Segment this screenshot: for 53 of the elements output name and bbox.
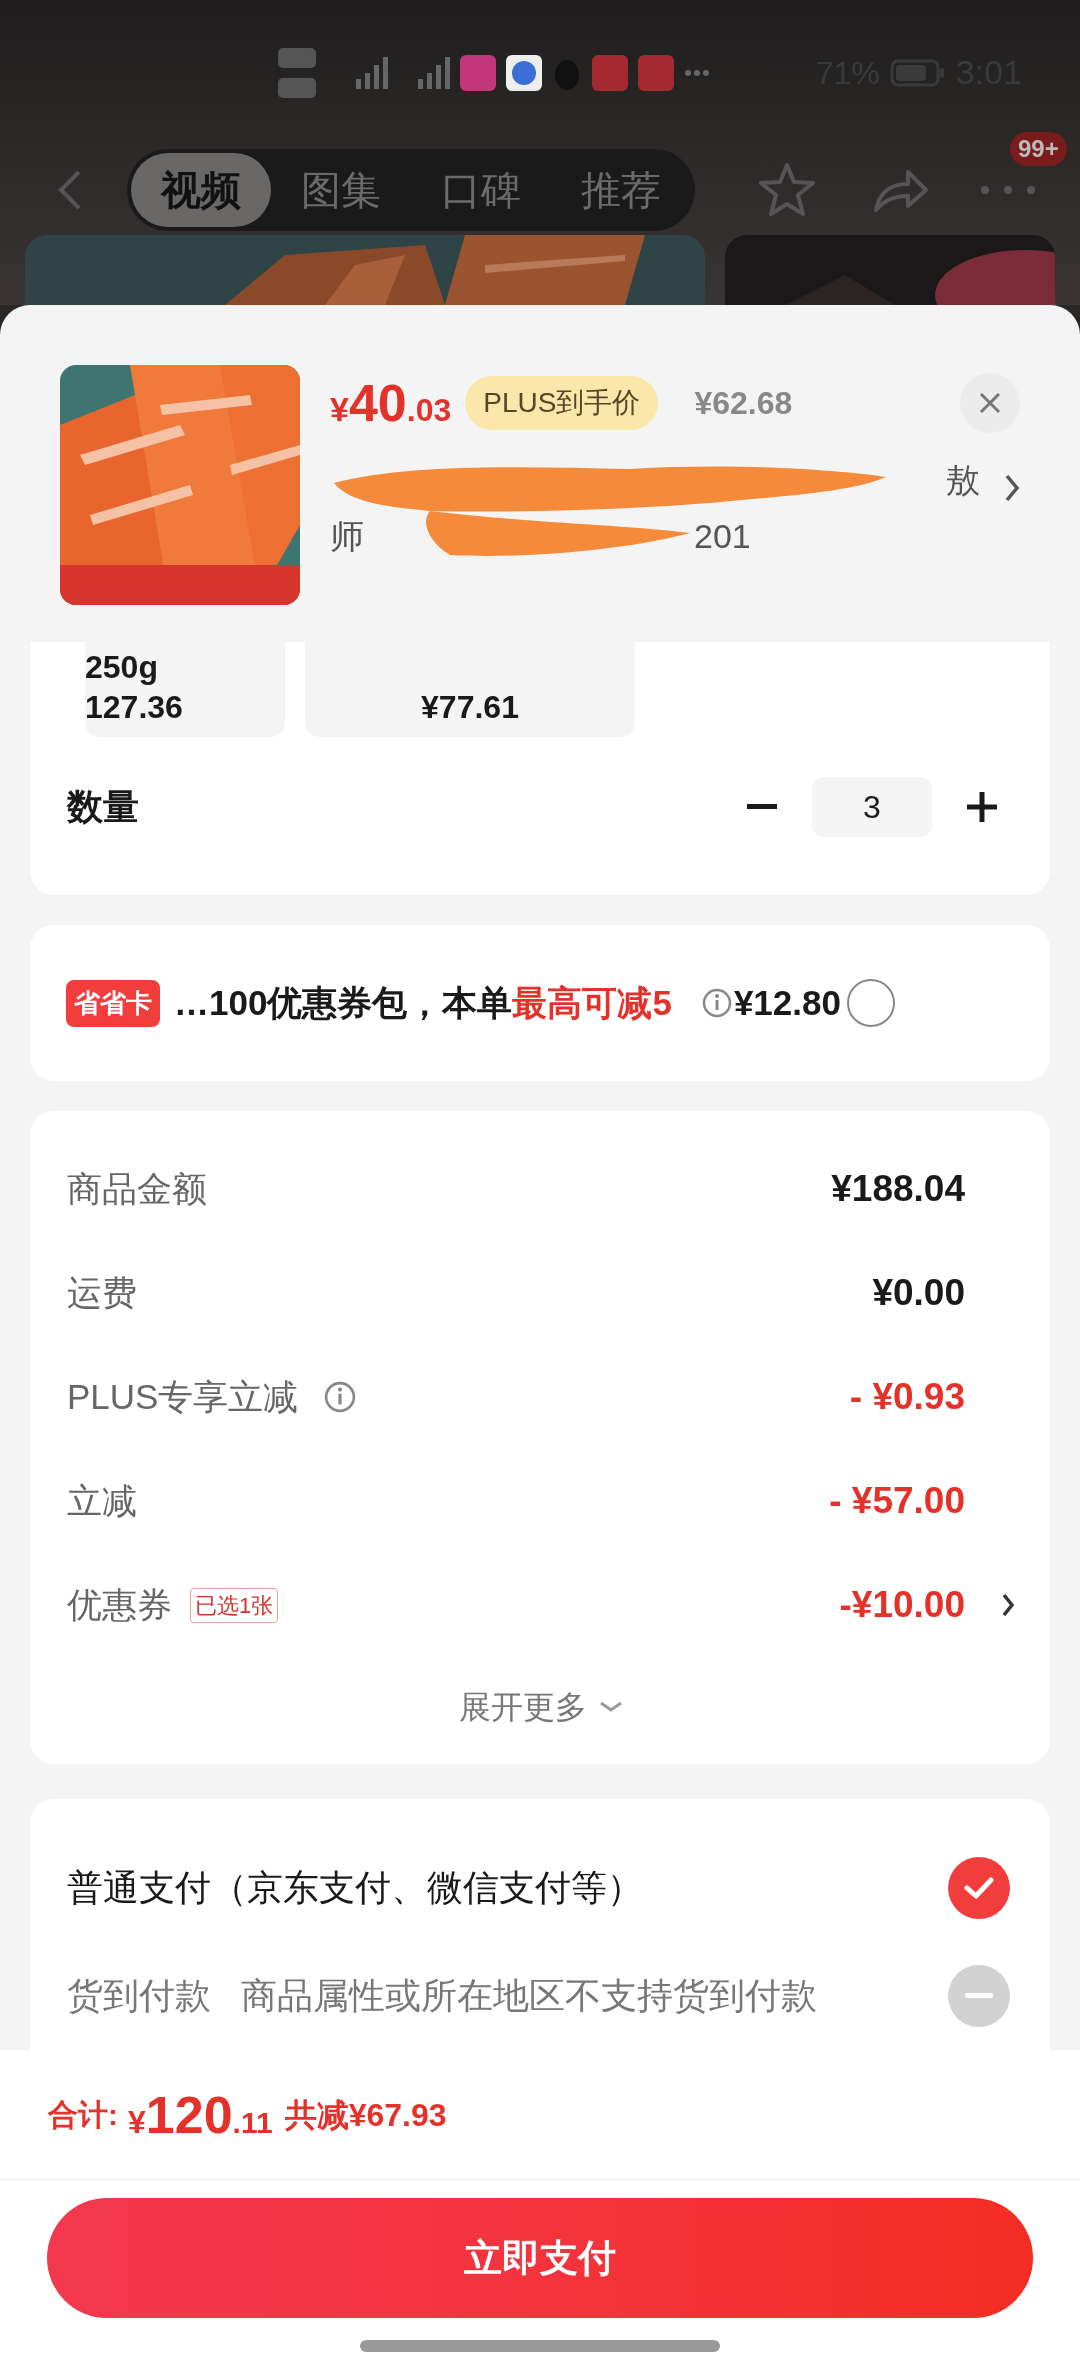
app-icon xyxy=(506,54,542,91)
coupon-tag: 已选1张 xyxy=(190,1587,279,1623)
summary-value: ¥188.04 xyxy=(831,1167,965,1212)
total-price: ¥120.11 xyxy=(128,2084,273,2146)
total-label: 合计: xyxy=(48,2097,118,2133)
spec-option[interactable]: 250g 127.36 xyxy=(85,642,285,738)
summary-value: - ¥0.93 xyxy=(849,1375,965,1420)
info-icon[interactable] xyxy=(701,988,732,1019)
app-icon xyxy=(460,54,496,91)
quantity-label: 数量 xyxy=(67,785,139,830)
quantity-field[interactable]: 3 xyxy=(812,777,932,838)
original-price: ¥62.68 xyxy=(694,384,793,423)
tab[interactable]: 推荐 xyxy=(551,153,691,227)
info-icon[interactable] xyxy=(324,1381,357,1414)
signal-icon xyxy=(356,56,388,89)
product-title-text: 师 xyxy=(330,515,364,557)
card-badge: 省省卡 xyxy=(66,979,160,1027)
expand-more-button[interactable]: 展开更多 xyxy=(459,1683,623,1732)
offer-text: …100优惠券包，本单最高可减5 xyxy=(174,982,672,1025)
battery-icon xyxy=(889,58,946,87)
app-icon xyxy=(638,54,674,91)
offer-price: ¥12.80 xyxy=(733,982,841,1025)
plus-icon xyxy=(967,792,997,823)
notification-badge: 99+ xyxy=(1010,132,1067,166)
chevron-right-icon[interactable] xyxy=(1004,473,1020,503)
payment-note: 商品属性或所在地区不支持货到付款 xyxy=(241,1974,817,2018)
close-icon xyxy=(979,392,1001,414)
summary-value: ¥0.00 xyxy=(872,1271,965,1316)
tab[interactable]: 口碑 xyxy=(411,153,551,227)
payment-option-label[interactable]: 普通支付（京东支付、微信支付等） xyxy=(67,1861,643,1915)
signal-icon xyxy=(418,56,450,89)
product-title-text: 201 xyxy=(694,515,751,557)
spec-option[interactable]: ¥77.61 xyxy=(305,642,635,738)
minus-icon xyxy=(747,804,777,811)
price-tag: PLUS到手价 xyxy=(465,376,659,430)
more-icon xyxy=(684,68,710,77)
pay-button[interactable]: 立即支付 xyxy=(47,2198,1033,2318)
summary-value: -¥10.00 xyxy=(839,1583,965,1628)
star-icon[interactable] xyxy=(757,161,817,219)
app-icon xyxy=(592,54,628,91)
plus-price: ¥40.03 xyxy=(330,373,452,434)
summary-label: PLUS专享立减 xyxy=(67,1375,299,1418)
tab[interactable]: 视频 xyxy=(131,153,271,227)
summary-value: - ¥57.00 xyxy=(829,1479,965,1524)
summary-label: 优惠券 xyxy=(67,1583,172,1626)
total-savings: 共减¥67.93 xyxy=(284,2095,447,2135)
summary-label: 商品金额 xyxy=(67,1167,207,1210)
chevron-right-icon[interactable] xyxy=(1001,1592,1015,1619)
more-icon[interactable] xyxy=(980,185,1036,195)
product-title-text: 敖 xyxy=(946,459,980,501)
summary-label: 运费 xyxy=(67,1271,137,1314)
summary-label: 立减 xyxy=(67,1479,137,1522)
tab[interactable]: 图集 xyxy=(271,153,411,227)
